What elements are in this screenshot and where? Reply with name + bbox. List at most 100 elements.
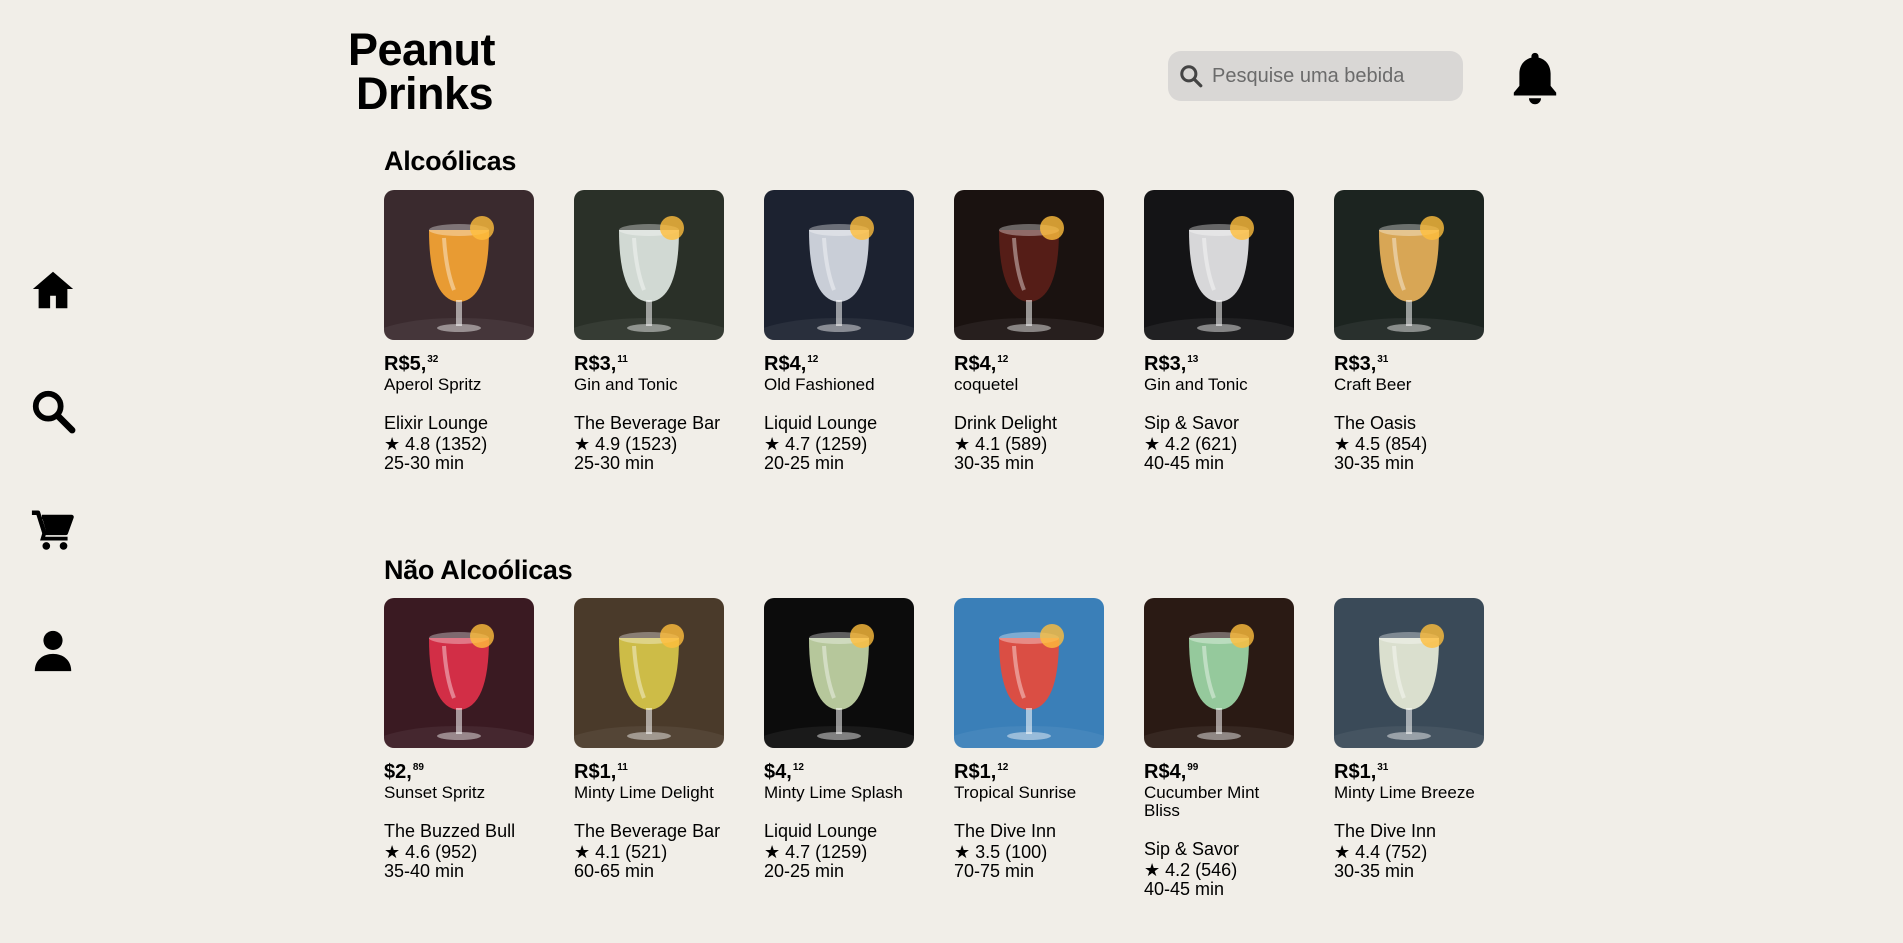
drink-row-alcoholic: R$5,32 Aperol Spritz Elixir Lounge ★ 4.8 (1… (384, 190, 1524, 473)
drink-photo (384, 598, 534, 748)
home-icon (32, 271, 74, 309)
price-main: R$3, (1144, 353, 1187, 375)
drink-card[interactable]: R$1,12 Tropical Sunrise The Dive Inn ★ 3.5 … (954, 598, 1104, 899)
search-icon (32, 390, 76, 434)
drink-rating: ★ 4.1 (521) (574, 842, 668, 862)
nav-cart-button[interactable] (27, 504, 79, 556)
drink-photo (954, 190, 1104, 340)
bell-icon (1513, 52, 1557, 105)
price-cents: 99 (1187, 762, 1199, 773)
drink-card[interactable]: R$4,99 Cucumber Mint Bliss Sip & Savor ★ 4.… (1144, 598, 1294, 899)
price-cents: 11 (617, 762, 628, 773)
drink-card[interactable]: R$4,12 coquetel Drink Delight ★ 4.1 (589) 30… (954, 190, 1104, 473)
drink-price: R$1,11 (574, 756, 724, 784)
drink-name: Old Fashioned (764, 375, 875, 394)
drink-image[interactable] (1334, 598, 1484, 748)
drink-photo (574, 598, 724, 748)
drink-name: Craft Beer (1334, 375, 1412, 394)
price-cents: 31 (1377, 762, 1389, 773)
delivery-time: 20-25 min (764, 861, 845, 881)
drink-card[interactable]: R$3,13 Gin and Tonic Sip & Savor ★ 4.2 (621… (1144, 190, 1294, 473)
drink-rating: ★ 4.9 (1523) (574, 434, 678, 454)
search-input[interactable] (1210, 63, 1444, 89)
drink-price: R$4,99 (1144, 756, 1294, 784)
drink-image[interactable] (574, 190, 724, 340)
drink-name: Minty Lime Splash (764, 783, 903, 802)
price-main: R$3, (1334, 353, 1377, 375)
drink-photo (384, 190, 534, 340)
app-logo[interactable]: Peanut Drinks (348, 27, 496, 116)
drink-rating: ★ 4.5 (854) (1334, 434, 1428, 454)
drink-rating: ★ 3.5 (100) (954, 842, 1048, 862)
drink-rating: ★ 4.7 (1259) (764, 434, 868, 454)
delivery-time: 30-35 min (1334, 453, 1415, 473)
drink-name: Aperol Spritz (384, 375, 482, 394)
section-title-non-alcoholic: Não Alcoólicas (384, 555, 573, 585)
drink-image[interactable] (764, 190, 914, 340)
bar-name: The Dive Inn (954, 821, 1057, 841)
sidebar (0, 0, 104, 943)
drink-photo (1144, 190, 1294, 340)
bar-name: Liquid Lounge (764, 413, 878, 433)
notifications-button[interactable] (1508, 48, 1562, 106)
price-main: R$3, (574, 353, 617, 375)
bar-name: The Beverage Bar (574, 821, 721, 841)
price-cents: 12 (997, 762, 1009, 773)
drink-card[interactable]: R$4,12 Old Fashioned Liquid Lounge ★ 4.7 (1… (764, 190, 914, 473)
price-main: R$4, (1144, 761, 1187, 783)
drink-rating: ★ 4.8 (1352) (384, 434, 488, 454)
drink-row-non-alcoholic: $2,89 Sunset Spritz The Buzzed Bull ★ 4.6 (… (384, 598, 1524, 899)
drink-photo (764, 190, 914, 340)
user-icon (34, 630, 72, 672)
nav-search-button[interactable] (27, 385, 79, 437)
drink-image[interactable] (954, 598, 1104, 748)
drink-card[interactable]: R$1,11 Minty Lime Delight The Beverage Bar… (574, 598, 724, 899)
drink-image[interactable] (1144, 190, 1294, 340)
drink-card[interactable]: $2,89 Sunset Spritz The Buzzed Bull ★ 4.6 (… (384, 598, 534, 899)
drink-card[interactable]: R$3,11 Gin and Tonic The Beverage Bar ★ 4.9… (574, 190, 724, 473)
drink-name: coquetel (954, 375, 1019, 394)
price-main: R$1, (1334, 761, 1377, 783)
delivery-time: 70-75 min (954, 861, 1035, 881)
delivery-time: 25-30 min (574, 453, 655, 473)
drink-image[interactable] (1144, 598, 1294, 748)
bar-name: The Buzzed Bull (384, 821, 516, 841)
drink-name: Gin and Tonic (1144, 375, 1248, 394)
drink-price: R$3,11 (574, 348, 724, 376)
bar-name: Liquid Lounge (764, 821, 878, 841)
drink-price: R$1,31 (1334, 756, 1484, 784)
drink-image[interactable] (574, 598, 724, 748)
drink-price: $4,12 (764, 756, 914, 784)
drink-rating: ★ 4.6 (952) (384, 842, 478, 862)
drink-image[interactable] (764, 598, 914, 748)
drink-card[interactable]: $4,12 Minty Lime Splash Liquid Lounge ★ 4.7… (764, 598, 914, 899)
drink-card[interactable]: R$5,32 Aperol Spritz Elixir Lounge ★ 4.8 (1… (384, 190, 534, 473)
section-title-alcoholic: Alcoólicas (384, 146, 517, 176)
delivery-time: 40-45 min (1144, 453, 1225, 473)
nav-profile-button[interactable] (27, 624, 79, 676)
drink-photo (1334, 190, 1484, 340)
drink-rating: ★ 4.2 (546) (1144, 860, 1238, 880)
drink-photo (1334, 598, 1484, 748)
drink-card[interactable]: R$3,31 Craft Beer The Oasis ★ 4.5 (854) 30-3… (1334, 190, 1484, 473)
price-main: $4, (764, 761, 792, 783)
drink-card[interactable]: R$1,31 Minty Lime Breeze The Dive Inn ★ 4.4… (1334, 598, 1484, 899)
drink-image[interactable] (954, 190, 1104, 340)
drink-image[interactable] (1334, 190, 1484, 340)
delivery-time: 60-65 min (574, 861, 655, 881)
search-bar[interactable] (1168, 51, 1463, 101)
drink-name: Cucumber Mint Bliss (1144, 783, 1260, 820)
price-main: R$4, (954, 353, 997, 375)
drink-price: R$4,12 (954, 348, 1104, 376)
nav-home-button[interactable] (27, 264, 79, 316)
drink-image[interactable] (384, 598, 534, 748)
price-cents: 12 (997, 354, 1009, 365)
drink-photo (954, 598, 1104, 748)
drink-rating: ★ 4.2 (621) (1144, 434, 1238, 454)
drink-image[interactable] (384, 190, 534, 340)
delivery-time: 30-35 min (1334, 861, 1415, 881)
delivery-time: 30-35 min (954, 453, 1035, 473)
price-cents: 13 (1187, 354, 1199, 365)
drink-rating: ★ 4.7 (1259) (764, 842, 868, 862)
drink-price: R$4,12 (764, 348, 914, 376)
